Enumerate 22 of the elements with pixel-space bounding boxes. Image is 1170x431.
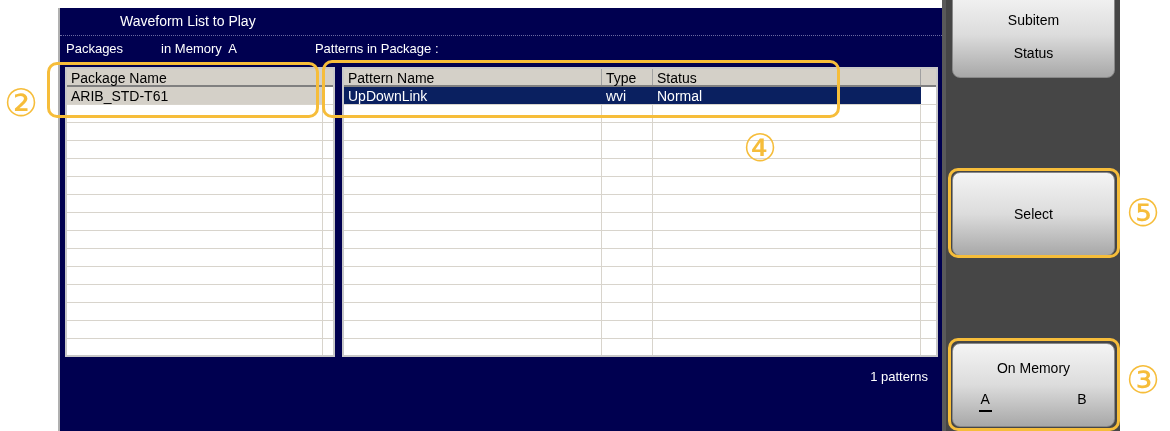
callout-number: ④ <box>743 128 778 168</box>
table-row[interactable]: UpDownLink wvi Normal <box>344 87 936 105</box>
subitem-status-button[interactable]: Subitem Status <box>952 0 1115 78</box>
packages-label: Packages <box>66 39 124 58</box>
table-cell: wvi <box>602 87 653 104</box>
pattern-count: 1 patterns <box>870 368 928 386</box>
callout-number: ③ <box>1126 360 1161 400</box>
column-header: Package Name <box>67 69 323 85</box>
button-label: On Memory <box>996 359 1071 378</box>
column-header: Pattern Name <box>344 69 602 85</box>
memory-toggle-button[interactable]: On Memory A B <box>952 343 1115 427</box>
memory-label: in Memory A <box>161 39 237 58</box>
memory-option[interactable]: B <box>1075 389 1089 412</box>
select-button[interactable]: Select <box>952 172 1115 256</box>
table-cell: UpDownLink <box>344 87 602 104</box>
callout-number: ⑤ <box>1126 193 1161 233</box>
column-header: Type <box>602 69 653 85</box>
table-cell: Normal <box>653 87 921 104</box>
memory-option[interactable]: A <box>978 389 992 412</box>
patterns-label: Patterns in Package : <box>314 39 439 58</box>
callout-number: ② <box>4 83 39 123</box>
window-title: Waveform List to Play <box>120 12 256 31</box>
